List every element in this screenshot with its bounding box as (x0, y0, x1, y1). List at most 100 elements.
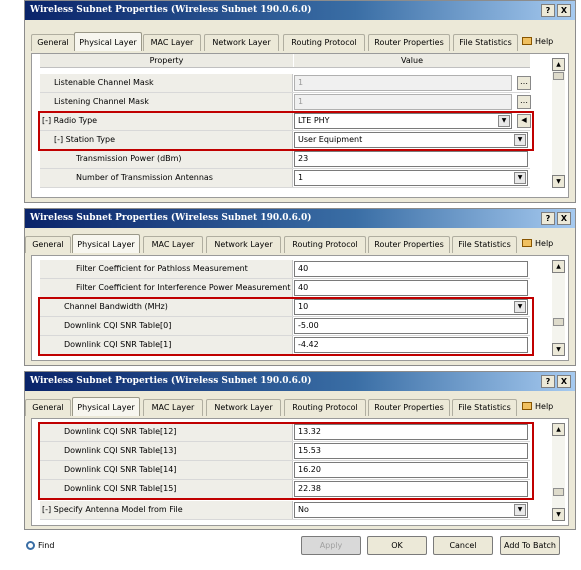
property-row[interactable]: Downlink CQI SNR Table[1] -4.42 (40, 336, 530, 355)
scroll-down-icon[interactable]: ▼ (552, 175, 565, 188)
scroll-down-icon[interactable]: ▼ (552, 508, 565, 521)
help-title-button[interactable]: ? (541, 4, 555, 17)
tab-routing-protocol[interactable]: Routing Protocol (284, 399, 366, 416)
property-row[interactable]: Downlink CQI SNR Table[14] 16.20 (40, 461, 530, 480)
tab-general[interactable]: General (25, 236, 71, 253)
property-name: Downlink CQI SNR Table[15] (40, 480, 293, 498)
tab-file-statistics[interactable]: File Statistics (453, 34, 518, 51)
property-row[interactable]: [-] Radio Type LTE PHY ▼ ◀ (40, 112, 531, 131)
tab-network-layer[interactable]: Network Layer (206, 399, 281, 416)
property-row[interactable]: Downlink CQI SNR Table[12] 13.32 (40, 423, 530, 442)
scroll-up-icon[interactable]: ▲ (552, 58, 565, 71)
ellipsis-button[interactable]: … (517, 76, 531, 90)
scroll-thumb[interactable] (553, 72, 564, 80)
property-value[interactable]: 15.53 (294, 443, 528, 459)
dialog-panel-2: Wireless Subnet Properties (Wireless Sub… (24, 208, 576, 366)
close-button[interactable]: X (557, 4, 571, 17)
property-row[interactable]: Downlink CQI SNR Table[13] 15.53 (40, 442, 530, 461)
vertical-scrollbar[interactable]: ▲ ▼ (552, 58, 565, 188)
channel-bandwidth-select[interactable]: 10 ▼ (294, 299, 528, 315)
property-grid: Property Value Listenable Channel Mask 1… (31, 53, 569, 198)
property-value[interactable]: 22.38 (294, 481, 528, 497)
tab-routing-protocol[interactable]: Routing Protocol (284, 236, 366, 253)
tab-general[interactable]: General (25, 399, 71, 416)
scroll-up-icon[interactable]: ▲ (552, 423, 565, 436)
property-value[interactable]: 13.32 (294, 424, 528, 440)
tab-router-properties[interactable]: Router Properties (368, 236, 450, 253)
property-value[interactable]: -5.00 (294, 318, 528, 334)
property-name: Downlink CQI SNR Table[13] (40, 442, 293, 460)
tab-router-properties[interactable]: Router Properties (368, 34, 450, 51)
property-row[interactable]: Number of Transmission Antennas 1 ▼ (40, 169, 530, 188)
property-row[interactable]: Listening Channel Mask 1 … (40, 93, 531, 112)
apply-button[interactable]: Apply (301, 536, 361, 555)
property-value[interactable]: 40 (294, 261, 528, 277)
close-button[interactable]: X (557, 212, 571, 225)
tab-mac-layer[interactable]: MAC Layer (143, 34, 201, 51)
tab-mac-layer[interactable]: MAC Layer (143, 236, 203, 253)
property-row[interactable]: Filter Coefficient for Interference Powe… (40, 279, 530, 298)
column-header-property: Property (40, 54, 293, 67)
tab-strip: General Physical Layer MAC Layer Network… (25, 234, 575, 253)
chevron-down-icon[interactable]: ▼ (514, 504, 526, 516)
ellipsis-button[interactable]: … (517, 95, 531, 109)
property-row[interactable]: [-] Station Type User Equipment ▼ (40, 131, 530, 150)
tab-network-layer[interactable]: Network Layer (206, 236, 281, 253)
tab-routing-protocol[interactable]: Routing Protocol (283, 34, 365, 51)
tab-router-properties[interactable]: Router Properties (368, 399, 450, 416)
help-link[interactable]: Help (522, 34, 553, 51)
property-row[interactable]: Filter Coefficient for Pathloss Measurem… (40, 260, 530, 279)
property-value: 1 (294, 75, 512, 91)
ok-button[interactable]: OK (367, 536, 427, 555)
tab-physical-layer[interactable]: Physical Layer (72, 234, 140, 253)
property-row[interactable]: Channel Bandwidth (MHz) 10 ▼ (40, 298, 530, 317)
property-value[interactable]: -4.42 (294, 337, 528, 353)
property-row[interactable]: Downlink CQI SNR Table[0] -5.00 (40, 317, 530, 336)
tab-general[interactable]: General (31, 34, 75, 51)
tab-file-statistics[interactable]: File Statistics (452, 236, 517, 253)
antenna-model-select[interactable]: No ▼ (294, 502, 528, 518)
chevron-down-icon[interactable]: ▼ (514, 301, 526, 313)
add-to-batch-button[interactable]: Add To Batch (500, 536, 560, 555)
property-value[interactable]: 40 (294, 280, 528, 296)
help-title-button[interactable]: ? (541, 212, 555, 225)
close-button[interactable]: X (557, 375, 571, 388)
book-icon (522, 37, 532, 45)
property-name: [-] Specify Antenna Model from File (40, 501, 293, 519)
property-value: No (298, 505, 309, 514)
window-title: Wireless Subnet Properties (Wireless Sub… (25, 1, 575, 20)
help-link[interactable]: Help (522, 236, 553, 253)
radio-type-select[interactable]: LTE PHY ▼ (294, 113, 512, 129)
property-value[interactable]: 23 (294, 151, 528, 167)
help-label: Help (535, 402, 554, 411)
tab-physical-layer[interactable]: Physical Layer (74, 32, 142, 51)
tab-network-layer[interactable]: Network Layer (204, 34, 279, 51)
property-row[interactable]: [-] Specify Antenna Model from File No ▼ (40, 501, 530, 520)
scroll-thumb[interactable] (553, 318, 564, 326)
chevron-down-icon[interactable]: ▼ (514, 172, 526, 184)
find-button[interactable]: Find (26, 538, 54, 554)
scroll-thumb[interactable] (553, 488, 564, 496)
station-type-select[interactable]: User Equipment ▼ (294, 132, 528, 148)
tab-file-statistics[interactable]: File Statistics (452, 399, 517, 416)
help-link[interactable]: Help (522, 399, 553, 416)
property-name: Filter Coefficient for Pathloss Measurem… (40, 260, 293, 278)
tab-mac-layer[interactable]: MAC Layer (143, 399, 203, 416)
antennas-select[interactable]: 1 ▼ (294, 170, 528, 186)
arrow-left-icon[interactable]: ◀ (517, 114, 531, 128)
property-row[interactable]: Downlink CQI SNR Table[15] 22.38 (40, 480, 530, 499)
cancel-button[interactable]: Cancel (433, 536, 493, 555)
property-value: 1 (298, 173, 304, 182)
help-title-button[interactable]: ? (541, 375, 555, 388)
chevron-down-icon[interactable]: ▼ (498, 115, 510, 127)
property-row[interactable]: Listenable Channel Mask 1 … (40, 74, 531, 93)
chevron-down-icon[interactable]: ▼ (514, 134, 526, 146)
vertical-scrollbar[interactable]: ▲ ▼ (552, 423, 565, 521)
scroll-up-icon[interactable]: ▲ (552, 260, 565, 273)
scroll-down-icon[interactable]: ▼ (552, 343, 565, 356)
property-row[interactable]: Transmission Power (dBm) 23 (40, 150, 530, 169)
property-value[interactable]: 16.20 (294, 462, 528, 478)
property-name: Downlink CQI SNR Table[12] (40, 423, 293, 441)
vertical-scrollbar[interactable]: ▲ ▼ (552, 260, 565, 356)
tab-physical-layer[interactable]: Physical Layer (72, 397, 140, 416)
